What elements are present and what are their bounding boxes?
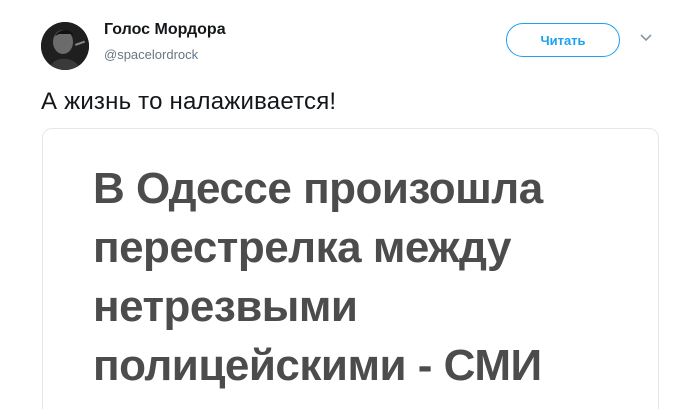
author-handle[interactable]: @spacelordrock bbox=[104, 47, 198, 62]
tweet-text: А жизнь то налаживается! bbox=[41, 88, 337, 115]
headline-line: нетрезвыми bbox=[93, 282, 358, 331]
follow-button[interactable]: Читать bbox=[506, 23, 620, 57]
author-name[interactable]: Голос Мордора bbox=[104, 21, 226, 39]
avatar[interactable] bbox=[41, 22, 89, 70]
avatar-photo-icon bbox=[41, 22, 89, 70]
media-card[interactable]: В Одессе произошла перестрелка между нет… bbox=[42, 128, 659, 409]
follow-button-label: Читать bbox=[540, 32, 586, 48]
headline-line: полицейскими - СМИ bbox=[93, 341, 542, 390]
media-headline: В Одессе произошла перестрелка между нет… bbox=[93, 159, 633, 395]
headline-line: перестрелка между bbox=[93, 223, 511, 272]
headline-line: В Одессе произошла bbox=[93, 164, 543, 213]
chevron-down-icon[interactable] bbox=[639, 33, 653, 43]
tweet: Голос Мордора @spacelordrock Читать А жи… bbox=[0, 0, 699, 409]
